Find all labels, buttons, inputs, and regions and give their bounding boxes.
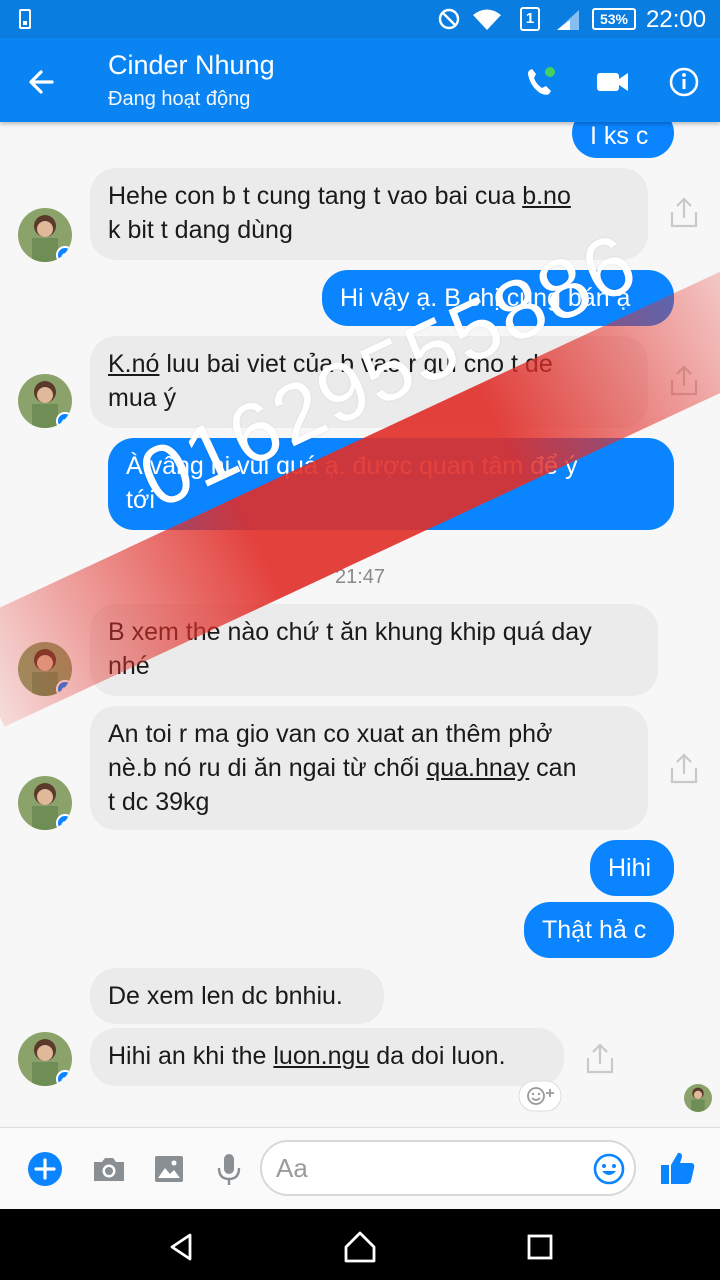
- message-bubble[interactable]: Hehe con b t cung tang t vao bai cua b.n…: [90, 168, 648, 260]
- message-bubble[interactable]: De xem len dc bnhiu.: [90, 968, 384, 1024]
- messenger-badge-icon: [56, 246, 72, 262]
- avatar[interactable]: [18, 1032, 72, 1086]
- message-bubble[interactable]: À vâng hi vui quá ạ. được quan tâm để ý …: [108, 438, 674, 530]
- avatar[interactable]: [18, 776, 72, 830]
- message-bubble[interactable]: Hi vậy ạ. B chị cung bán ạ: [322, 270, 674, 326]
- message-input[interactable]: [276, 1150, 576, 1186]
- share-icon[interactable]: [666, 750, 702, 786]
- messenger-badge-icon: [56, 814, 72, 830]
- message-text: Hehe con b t cung tang t vao bai cua: [108, 182, 523, 210]
- message-bubble[interactable]: Thật hả c: [524, 902, 674, 958]
- emoji-icon[interactable]: [592, 1152, 626, 1186]
- message-bubble[interactable]: K.nó luu bai viet của b vao r gui cho t …: [90, 336, 648, 428]
- contact-name[interactable]: Cinder Nhung: [108, 50, 275, 81]
- message-text: da doi luon.: [369, 1042, 506, 1070]
- messenger-badge-icon: [56, 412, 72, 428]
- message-text: luu bai viet của b vao r gui cho t de: [159, 350, 553, 378]
- system-navigation-bar: [0, 1209, 720, 1280]
- status-bar: 1 53% 22:00: [0, 0, 720, 38]
- video-camera-icon[interactable]: [592, 62, 632, 102]
- do-not-disturb-icon: [438, 8, 460, 30]
- sim-slot-icon: 1: [520, 7, 540, 31]
- battery-indicator: 53%: [592, 8, 636, 30]
- info-icon[interactable]: [664, 62, 704, 102]
- nav-recents-icon[interactable]: [520, 1227, 560, 1267]
- message-bubble[interactable]: Hihi an khi the luon.ngu da doi luon.: [90, 1028, 564, 1086]
- plus-icon[interactable]: [26, 1150, 64, 1188]
- message-text: mua ý: [108, 384, 177, 412]
- contact-photo: [684, 1084, 712, 1112]
- share-icon[interactable]: [582, 1040, 618, 1076]
- like-icon[interactable]: [658, 1148, 698, 1188]
- message-bubble[interactable]: I ks c: [572, 122, 674, 158]
- message-text: t dc 39kg: [108, 788, 210, 816]
- avatar[interactable]: [18, 642, 72, 696]
- message-text: k bit t dang dùng: [108, 216, 293, 244]
- microphone-icon[interactable]: [210, 1150, 248, 1188]
- share-icon[interactable]: [666, 194, 702, 230]
- message-text: nè.b nó ru di ăn ngai từ chối: [108, 754, 427, 782]
- message-link[interactable]: qua.hnay: [426, 754, 529, 782]
- nav-back-icon[interactable]: [162, 1227, 202, 1267]
- nav-home-icon[interactable]: [340, 1227, 380, 1267]
- back-arrow-icon[interactable]: [22, 62, 62, 102]
- message-link[interactable]: luon.ngu: [273, 1042, 369, 1070]
- avatar[interactable]: [18, 374, 72, 428]
- active-status: Đang hoạt động: [108, 88, 251, 110]
- image-icon[interactable]: [150, 1150, 188, 1188]
- messenger-badge-icon: [56, 680, 72, 696]
- timestamp: 21:47: [334, 566, 386, 588]
- message-input-container[interactable]: [260, 1140, 636, 1196]
- message-text: can: [529, 754, 577, 782]
- add-reaction-icon[interactable]: [518, 1080, 562, 1112]
- message-text: An toi r ma gio van co xuat an thêm phở: [108, 720, 553, 748]
- seen-indicator-avatar: [684, 1084, 712, 1112]
- share-icon[interactable]: [666, 362, 702, 398]
- signal-icon: [557, 10, 579, 30]
- message-bubble[interactable]: Hihi: [590, 840, 674, 896]
- message-list[interactable]: I ks c Hehe con b t cung tang t vao bai …: [0, 122, 720, 1127]
- message-link[interactable]: b.no: [522, 182, 571, 210]
- camera-icon[interactable]: [90, 1150, 128, 1188]
- phone-icon[interactable]: [520, 62, 560, 102]
- wifi-icon: [473, 9, 501, 30]
- message-bubble[interactable]: An toi r ma gio van co xuat an thêm phở n…: [90, 706, 648, 830]
- avatar[interactable]: [18, 208, 72, 262]
- message-text: Hihi an khi the: [108, 1042, 274, 1070]
- message-bubble[interactable]: B xem the nào chứ t ăn khung khip quá da…: [90, 604, 658, 696]
- notification-icon: [19, 9, 31, 29]
- messenger-badge-icon: [56, 1070, 72, 1086]
- conversation-header: Cinder Nhung Đang hoạt động: [0, 38, 720, 122]
- message-link[interactable]: K.nó: [108, 350, 159, 378]
- status-time: 22:00: [646, 6, 707, 33]
- message-composer: [0, 1127, 720, 1209]
